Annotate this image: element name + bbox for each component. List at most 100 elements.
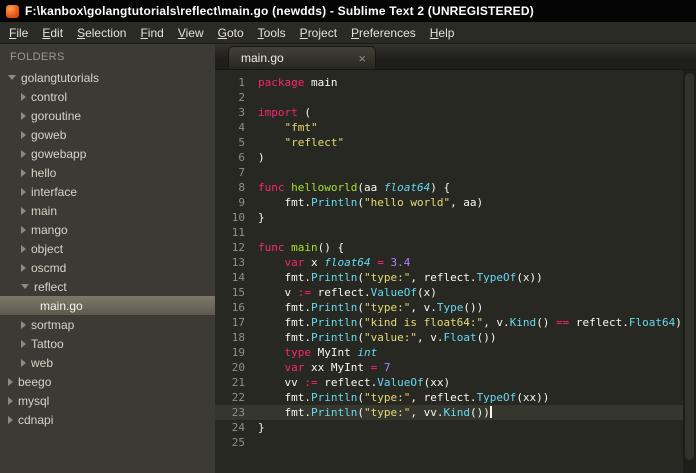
chevron-collapsed-icon[interactable] <box>8 377 13 386</box>
main-area: FOLDERS golangtutorials control goroutine g… <box>0 44 696 473</box>
folder-item-object[interactable]: object <box>0 239 215 258</box>
folder-item-reflect[interactable]: reflect <box>0 277 215 296</box>
chevron-collapsed-icon[interactable] <box>21 187 26 196</box>
folder-item-main[interactable]: main <box>0 201 215 220</box>
menu-file[interactable]: File <box>2 23 35 43</box>
code-line-10[interactable]: 10} <box>215 210 696 225</box>
chevron-collapsed-icon[interactable] <box>21 168 26 177</box>
menu-mnemonic: T <box>257 25 264 40</box>
chevron-collapsed-icon[interactable] <box>21 92 26 101</box>
code-line-6[interactable]: 6) <box>215 150 696 165</box>
code-line-25[interactable]: 25 <box>215 435 696 450</box>
chevron-collapsed-icon[interactable] <box>21 206 26 215</box>
code-line-8[interactable]: 8 func helloworld(aa float64) { <box>215 180 696 195</box>
code-line-4[interactable]: 4 "fmt" <box>215 120 696 135</box>
code-text: "fmt" <box>284 121 318 134</box>
tree-item-label: gowebapp <box>31 146 87 161</box>
chevron-collapsed-icon[interactable] <box>8 396 13 405</box>
chevron-collapsed-icon[interactable] <box>21 358 26 367</box>
code-text: func main() { <box>258 241 345 254</box>
code-text: func helloworld(aa float64) { <box>258 181 451 194</box>
menu-view[interactable]: View <box>171 23 211 43</box>
line-number: 4 <box>238 121 245 134</box>
menu-goto[interactable]: Goto <box>211 23 251 43</box>
folder-item-gowebapp[interactable]: gowebapp <box>0 144 215 163</box>
code-text: ) <box>258 151 265 164</box>
folder-item-golangtutorials[interactable]: golangtutorials <box>0 68 215 87</box>
code-line-3[interactable]: 3 import ( <box>215 105 696 120</box>
tab-label: main.go <box>241 51 284 65</box>
code-line-11[interactable]: 11 <box>215 225 696 240</box>
code-line-15[interactable]: 15 v := reflect.ValueOf(x) <box>215 285 696 300</box>
code-line-17[interactable]: 17 fmt.Println("kind is float64:", v.Kin… <box>215 315 696 330</box>
code-line-16[interactable]: 16 fmt.Println("type:", v.Type()) <box>215 300 696 315</box>
file-item-main-go[interactable]: main.go <box>0 296 215 315</box>
menu-selection[interactable]: Selection <box>70 23 133 43</box>
menu-tools[interactable]: Tools <box>251 23 293 43</box>
line-number: 23 <box>231 406 245 419</box>
chevron-expanded-icon[interactable] <box>21 284 29 289</box>
code-line-22[interactable]: 22 fmt.Println("type:", reflect.TypeOf(x… <box>215 390 696 405</box>
tree-item-label: web <box>31 355 54 370</box>
chevron-collapsed-icon[interactable] <box>21 244 26 253</box>
tab-main-go[interactable]: main.go × <box>228 46 376 69</box>
folder-item-beego[interactable]: beego <box>0 372 215 391</box>
chevron-collapsed-icon[interactable] <box>21 263 26 272</box>
vertical-scrollbar[interactable] <box>683 70 696 473</box>
chevron-collapsed-icon[interactable] <box>8 415 13 424</box>
menu-find[interactable]: Find <box>133 23 170 43</box>
line-number: 25 <box>231 436 245 449</box>
code-line-9[interactable]: 9 fmt.Println("hello world", aa) <box>215 195 696 210</box>
chevron-collapsed-icon[interactable] <box>21 339 26 348</box>
chevron-collapsed-icon[interactable] <box>21 149 26 158</box>
tree-item-label: goroutine <box>31 108 82 123</box>
folder-item-oscmd[interactable]: oscmd <box>0 258 215 277</box>
folder-item-control[interactable]: control <box>0 87 215 106</box>
code-line-5[interactable]: 5 "reflect" <box>215 135 696 150</box>
folder-item-goroutine[interactable]: goroutine <box>0 106 215 125</box>
line-number: 10 <box>231 211 245 224</box>
code-text: fmt.Println("type:", v.Type()) <box>258 301 484 314</box>
chevron-collapsed-icon[interactable] <box>21 320 26 329</box>
code-text: fmt.Println("kind is float64:", v.Kind()… <box>258 316 682 329</box>
chevron-collapsed-icon[interactable] <box>21 130 26 139</box>
folder-item-mango[interactable]: mango <box>0 220 215 239</box>
chevron-expanded-icon[interactable] <box>8 75 16 80</box>
folder-item-interface[interactable]: interface <box>0 182 215 201</box>
folder-item-hello[interactable]: hello <box>0 163 215 182</box>
code-line-21[interactable]: 21 vv := reflect.ValueOf(xx) <box>215 375 696 390</box>
scrollbar-thumb[interactable] <box>685 73 694 460</box>
menu-project[interactable]: Project <box>293 23 344 43</box>
line-number: 14 <box>231 271 245 284</box>
tree-item-label: oscmd <box>31 260 67 275</box>
menu-edit[interactable]: Edit <box>35 23 70 43</box>
code-line-18[interactable]: 18 fmt.Println("value:", v.Float()) <box>215 330 696 345</box>
code-line-1[interactable]: 1 package main <box>215 75 696 90</box>
code-line-12[interactable]: 12 func main() { <box>215 240 696 255</box>
folder-item-web[interactable]: web <box>0 353 215 372</box>
chevron-collapsed-icon[interactable] <box>21 225 26 234</box>
code-line-7[interactable]: 7 <box>215 165 696 180</box>
code-line-23[interactable]: 23 fmt.Println("type:", vv.Kind()) <box>215 405 696 420</box>
menu-preferences[interactable]: Preferences <box>344 23 423 43</box>
code-line-24[interactable]: 24} <box>215 420 696 435</box>
menu-mnemonic: V <box>177 25 186 40</box>
line-number: 24 <box>231 421 245 434</box>
folder-item-goweb[interactable]: goweb <box>0 125 215 144</box>
folder-item-tattoo[interactable]: Tattoo <box>0 334 215 353</box>
code-line-14[interactable]: 14 fmt.Println("type:", reflect.TypeOf(x… <box>215 270 696 285</box>
code-line-2[interactable]: 2 <box>215 90 696 105</box>
code-line-19[interactable]: 19 type MyInt int <box>215 345 696 360</box>
menu-help[interactable]: Help <box>423 23 462 43</box>
code-line-20[interactable]: 20 var xx MyInt = 7 <box>215 360 696 375</box>
menu-mnemonic: P <box>351 25 360 40</box>
folder-item-mysql[interactable]: mysql <box>0 391 215 410</box>
chevron-collapsed-icon[interactable] <box>21 111 26 120</box>
tab-close-icon[interactable]: × <box>358 52 366 65</box>
code-text: fmt.Println("type:", vv.Kind()) <box>258 406 492 419</box>
code-line-13[interactable]: 13 var x float64 = 3.4 <box>215 255 696 270</box>
sublime-text-window: F:\kanbox\golangtutorials\reflect\main.g… <box>0 0 696 473</box>
code-text: type MyInt int <box>284 346 378 359</box>
folder-item-cdnapi[interactable]: cdnapi <box>0 410 215 429</box>
folder-item-sortmap[interactable]: sortmap <box>0 315 215 334</box>
